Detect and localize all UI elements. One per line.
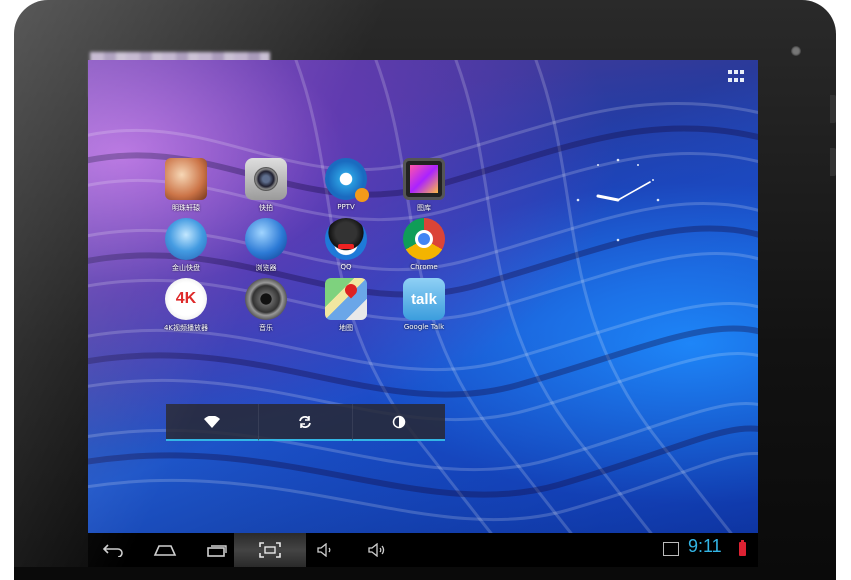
app-label: 浏览器 [255,264,277,272]
pptv-icon [325,158,369,202]
app-mingzhu[interactable]: 明珠轩辕 [146,158,226,213]
qq-penguin-icon [325,218,367,260]
maps-icon [325,278,367,320]
app-label: Google Talk [403,323,445,331]
volume-button[interactable] [830,148,836,176]
app-label: 音乐 [259,324,273,332]
app-4k-player[interactable]: 4K 4K视频播放器 [146,278,226,333]
4k-icon-text: 4K [175,290,197,307]
app-label: QQ [340,263,352,271]
wifi-toggle[interactable] [166,404,260,441]
back-button[interactable] [96,533,130,567]
screenshot-button[interactable] [234,533,306,567]
app-chrome[interactable]: Chrome [384,218,464,271]
game-hero-icon [165,158,207,200]
app-maps[interactable]: 地图 [306,278,386,333]
music-speaker-icon [245,278,287,320]
clock-hour-hand [596,194,620,202]
power-control-widget [166,404,445,441]
home-screen: 明珠轩辕 快拍 PPTV 图库 金山快盘 浏览器 QQ Chrome 4K 4K… [88,60,758,533]
app-label: 明珠轩辕 [172,204,200,212]
app-label: 金山快盘 [172,264,200,272]
app-google-talk[interactable]: talk Google Talk [384,278,464,331]
recent-apps-icon [207,545,227,557]
home-icon [153,545,177,556]
app-label: PPTV [337,203,355,211]
app-pptv[interactable]: PPTV [306,158,386,211]
app-label: 4K视频播放器 [163,324,209,332]
gallery-icon [403,158,445,200]
kuaipan-icon [165,218,207,260]
volume-up-button[interactable] [362,533,392,567]
clock-minute-hand [617,181,651,201]
back-icon [102,544,123,557]
volume-up-icon [368,543,385,557]
brightness-toggle[interactable] [352,404,445,441]
volume-down-icon [317,543,331,557]
analog-clock-widget[interactable] [568,150,668,250]
screenshot-notification-icon[interactable] [663,542,679,556]
app-gallery[interactable]: 图库 [384,158,464,213]
camera-icon [245,158,287,200]
app-kuaipai[interactable]: 快拍 [226,158,306,213]
power-button[interactable] [830,95,836,123]
front-camera [791,46,801,56]
recent-apps-button[interactable] [200,533,234,567]
brightness-icon [392,415,406,428]
status-clock[interactable]: 9:11 [688,536,722,557]
sync-icon [299,415,312,428]
wifi-icon [204,415,221,428]
browser-globe-icon [245,218,287,260]
app-kuaipan[interactable]: 金山快盘 [146,218,226,273]
home-button[interactable] [148,533,182,567]
system-bar: 9:11 [88,533,758,567]
app-label: 快拍 [259,204,273,212]
talk-icon-text: talk [411,290,437,308]
app-label: Chrome [410,263,438,271]
volume-down-button[interactable] [310,533,340,567]
sync-toggle[interactable] [259,404,353,441]
battery-icon[interactable] [739,540,746,556]
app-label: 地图 [339,324,353,332]
app-qq[interactable]: QQ [306,218,386,271]
screenshot-icon [259,542,281,558]
app-label: 图库 [417,204,431,212]
app-music[interactable]: 音乐 [226,278,306,333]
chrome-icon [403,218,445,260]
talk-icon: talk [403,278,445,320]
app-browser[interactable]: 浏览器 [226,218,306,273]
4k-player-icon: 4K [165,278,207,320]
app-drawer-icon[interactable] [728,70,746,84]
